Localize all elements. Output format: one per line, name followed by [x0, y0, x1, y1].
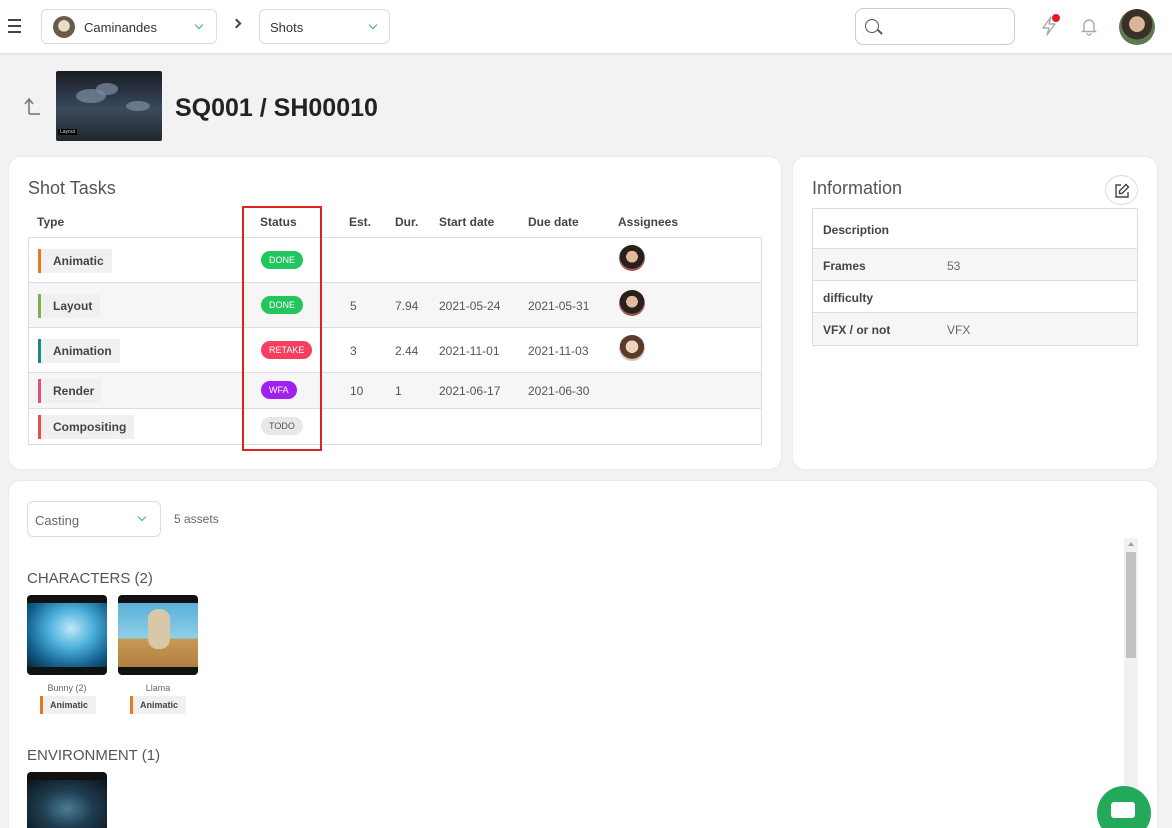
column-header-est: Est. — [349, 215, 372, 229]
start-date-cell: 2021-06-17 — [439, 384, 501, 398]
top-bar: Caminandes Shots — [0, 0, 1172, 54]
info-value: 53 — [947, 259, 961, 273]
info-key: Frames — [823, 259, 866, 273]
start-date-cell: 2021-11-01 — [439, 344, 500, 358]
shot-thumbnail[interactable]: Layout — [56, 71, 162, 141]
thumb-tag: Layout — [58, 129, 78, 135]
table-row[interactable]: Layout DONE 5 7.94 2021-05-24 2021-05-31 — [29, 283, 761, 328]
column-header-start-date: Start date — [439, 215, 495, 229]
production-selector[interactable]: Caminandes — [41, 9, 217, 44]
chevron-down-icon — [194, 20, 204, 30]
scrollbar-thumb[interactable] — [1126, 552, 1136, 658]
est-cell: 3 — [350, 344, 357, 358]
est-cell: 10 — [350, 384, 364, 398]
scrollbar[interactable] — [1124, 538, 1138, 828]
tasks-table: Animatic DONE Layout DONE 5 7.94 2021-05… — [28, 237, 762, 445]
column-header-type: Type — [37, 215, 65, 229]
info-key: Description — [823, 223, 890, 237]
page-title: SQ001 / SH00010 — [175, 94, 378, 122]
info-row: VFX / or not VFX — [813, 313, 1137, 345]
section-selector[interactable]: Shots — [259, 9, 390, 44]
table-row[interactable]: Animatic DONE — [29, 238, 761, 283]
dur-cell: 7.94 — [395, 299, 419, 313]
info-value: VFX — [947, 323, 971, 337]
info-key: difficulty — [823, 291, 873, 305]
section-name: Shots — [270, 20, 304, 35]
asset-task[interactable]: Animatic — [40, 696, 97, 714]
column-header-dur: Dur. — [395, 215, 419, 229]
asset-task[interactable]: Animatic — [130, 696, 187, 714]
due-date-cell: 2021-06-30 — [528, 384, 590, 398]
search-box[interactable] — [855, 8, 1015, 45]
asset-thumbnail-llama[interactable] — [118, 595, 198, 675]
info-row: Description — [813, 209, 1137, 249]
assignee-avatar[interactable] — [619, 290, 645, 316]
information-table: Description Frames 53 difficulty VFX / o… — [812, 208, 1138, 346]
info-row: Frames 53 — [813, 249, 1137, 281]
asset-thumbnail-environment[interactable] — [27, 772, 107, 828]
back-arrow-icon[interactable] — [24, 96, 42, 116]
dur-cell: 1 — [395, 384, 402, 398]
due-date-cell: 2021-05-31 — [528, 299, 590, 313]
column-header-assignees: Assignees — [618, 215, 679, 229]
chevron-down-icon — [368, 20, 378, 30]
information-title: Information — [812, 178, 903, 198]
table-row[interactable]: Animation RETAKE 3 2.44 2021-11-01 2021-… — [29, 328, 761, 373]
task-type[interactable]: Animation — [38, 339, 120, 363]
chevron-down-icon — [137, 512, 147, 522]
casting-dropdown[interactable]: Casting — [27, 501, 161, 537]
chevron-right-icon — [231, 18, 242, 29]
shot-tasks-title: Shot Tasks — [28, 178, 116, 198]
table-row[interactable]: Render WFA 10 1 2021-06-17 2021-06-30 — [29, 373, 761, 409]
notification-dot — [1052, 14, 1060, 22]
edit-icon — [1115, 183, 1130, 198]
status-column-highlight — [242, 206, 322, 451]
task-type[interactable]: Render — [38, 379, 103, 403]
edit-button[interactable] — [1105, 175, 1138, 205]
column-header-due-date: Due date — [528, 215, 579, 229]
search-input[interactable] — [888, 17, 1008, 37]
scroll-up-arrow-icon[interactable] — [1128, 542, 1134, 546]
dur-cell: 2.44 — [395, 344, 419, 358]
casting-dropdown-label: Casting — [35, 513, 80, 528]
task-type[interactable]: Compositing — [38, 415, 135, 439]
user-avatar[interactable] — [1119, 9, 1155, 45]
task-type[interactable]: Layout — [38, 294, 101, 318]
asset-name[interactable]: Llama — [118, 683, 198, 693]
info-key: VFX / or not — [823, 323, 891, 337]
due-date-cell: 2021-11-03 — [528, 344, 589, 358]
search-icon — [865, 19, 879, 33]
menu-icon[interactable] — [8, 19, 21, 33]
assignee-avatar[interactable] — [619, 245, 645, 271]
characters-section-title: CHARACTERS (2) — [27, 570, 153, 587]
production-avatar — [53, 16, 75, 38]
bell-icon[interactable] — [1080, 16, 1098, 36]
task-type[interactable]: Animatic — [38, 249, 112, 273]
assignee-avatar[interactable] — [619, 335, 645, 361]
asset-thumbnail-bunny[interactable] — [27, 595, 107, 675]
environment-section-title: ENVIRONMENT (1) — [27, 747, 161, 764]
asset-name[interactable]: Bunny (2) — [27, 683, 107, 693]
est-cell: 5 — [350, 299, 357, 313]
start-date-cell: 2021-05-24 — [439, 299, 501, 313]
table-row[interactable]: Compositing TODO — [29, 409, 761, 445]
info-row: difficulty — [813, 281, 1137, 313]
asset-count: 5 assets — [174, 512, 219, 526]
production-name: Caminandes — [84, 20, 157, 35]
